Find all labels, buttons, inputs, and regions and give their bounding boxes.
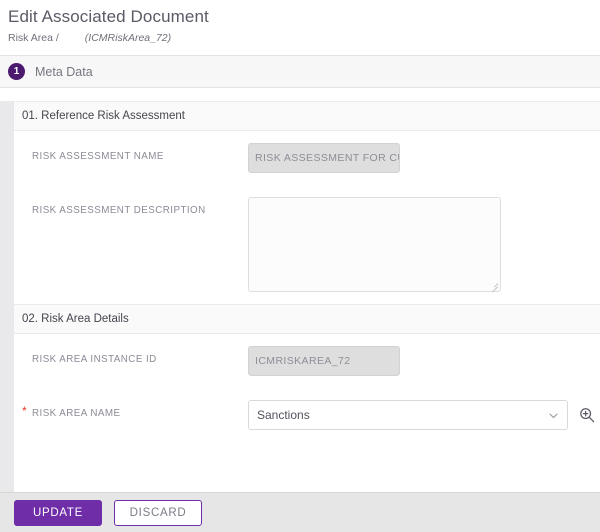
footer-action-bar: UPDATE DISCARD (0, 492, 600, 532)
page-header: Edit Associated Document Risk Area / (ICM… (0, 0, 600, 45)
field-control: ICMRISKAREA_72 (248, 346, 600, 376)
step-bar: 1 Meta Data (0, 55, 600, 88)
step-number-badge: 1 (8, 63, 25, 80)
chevron-down-icon[interactable] (548, 410, 559, 421)
form-scroll-area[interactable]: 01. Reference Risk Assessment RISK ASSES… (0, 101, 600, 493)
risk-assessment-name-input: RISK ASSESSMENT FOR CU (248, 143, 400, 173)
field-row-risk-assessment-name: RISK ASSESSMENT NAME RISK ASSESSMENT FOR… (14, 131, 600, 185)
form-card: 01. Reference Risk Assessment RISK ASSES… (14, 101, 600, 493)
search-plus-icon[interactable] (578, 406, 596, 424)
section-heading: 01. Reference Risk Assessment (14, 101, 600, 131)
update-button[interactable]: UPDATE (14, 500, 102, 526)
field-label: RISK AREA INSTANCE ID (14, 346, 248, 366)
section-heading: 02. Risk Area Details (14, 304, 600, 334)
resize-handle-icon[interactable] (489, 280, 498, 289)
section-reference-risk-assessment: 01. Reference Risk Assessment RISK ASSES… (14, 101, 600, 304)
risk-area-name-select[interactable]: Sanctions (248, 400, 568, 430)
risk-area-instance-id-input: ICMRISKAREA_72 (248, 346, 400, 376)
field-row-risk-assessment-description: RISK ASSESSMENT DESCRIPTION (14, 185, 600, 304)
discard-button[interactable]: DISCARD (114, 500, 202, 526)
field-control: Sanctions (248, 400, 600, 430)
breadcrumb: Risk Area / (ICMRiskArea_72) (8, 31, 600, 45)
form-gutter: 01. Reference Risk Assessment RISK ASSES… (0, 101, 600, 493)
field-label: RISK ASSESSMENT DESCRIPTION (14, 197, 248, 217)
field-row-risk-area-instance-id: RISK AREA INSTANCE ID ICMRISKAREA_72 (14, 334, 600, 388)
risk-assessment-description-textarea[interactable] (248, 197, 501, 292)
field-label-text: RISK AREA NAME (32, 408, 121, 419)
section-body: RISK ASSESSMENT NAME RISK ASSESSMENT FOR… (14, 131, 600, 304)
field-control (248, 197, 600, 292)
section-body: RISK AREA INSTANCE ID ICMRISKAREA_72 * R… (14, 334, 600, 442)
field-control: RISK ASSESSMENT FOR CU (248, 143, 600, 173)
breadcrumb-entity: Risk Area / (8, 32, 59, 44)
field-label: * RISK AREA NAME (14, 400, 248, 420)
field-row-risk-area-name: * RISK AREA NAME Sanctions (14, 388, 600, 442)
step-label-meta-data[interactable]: Meta Data (35, 65, 93, 79)
risk-area-name-selected-value: Sanctions (257, 408, 548, 422)
required-asterisk-icon: * (22, 405, 27, 418)
field-label: RISK ASSESSMENT NAME (14, 143, 248, 163)
section-risk-area-details: 02. Risk Area Details RISK AREA INSTANCE… (14, 304, 600, 442)
page-title: Edit Associated Document (8, 6, 600, 28)
breadcrumb-instance-id: (ICMRiskArea_72) (85, 32, 171, 44)
